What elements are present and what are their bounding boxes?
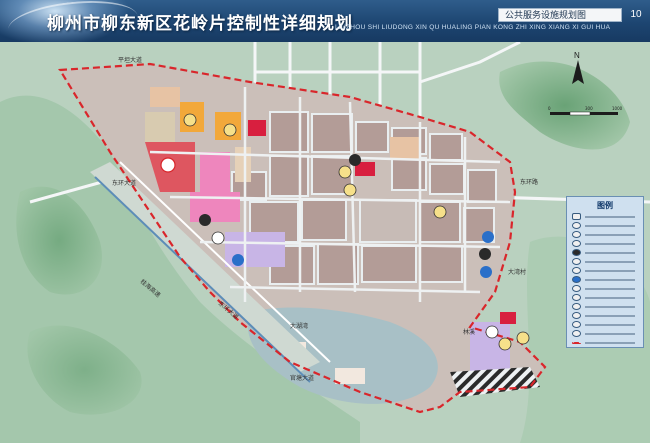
legend-text-line — [585, 297, 635, 299]
legend-symbol — [572, 231, 581, 238]
legend-text-line — [585, 252, 635, 254]
post-office-icon — [199, 214, 211, 226]
legend-symbol — [572, 258, 581, 265]
education-block — [390, 137, 420, 159]
scale-tick: 1000 — [612, 106, 623, 111]
community-center-icon — [343, 183, 357, 197]
legend-text-line — [585, 225, 635, 227]
school-icon — [433, 205, 447, 219]
planning-map: 大湖湾 大湾村 东环路 平坦大道 东环大道 官塘大道 桂海高速 东环大道 林溪 … — [0, 40, 650, 443]
substation-icon — [479, 248, 491, 260]
legend-symbol — [572, 303, 581, 310]
title-bar: 柳州市柳东新区花岭片控制性详细规划 LIUZHOU SHI LIUDONG XI… — [0, 0, 650, 51]
legend-symbol-boundary — [572, 342, 581, 344]
legend-text-line — [585, 342, 635, 344]
market-icon — [338, 165, 352, 179]
legend-symbol — [572, 213, 581, 220]
legend-text-line — [585, 243, 635, 245]
police-station-icon — [349, 154, 361, 166]
legend-symbol — [572, 321, 581, 328]
medical-parcel — [500, 312, 516, 324]
road-label: 东环大道 — [112, 179, 136, 187]
commercial-parcel — [200, 152, 230, 192]
legend-title: 图例 — [597, 201, 613, 210]
map-legend: 图例 — [566, 196, 644, 348]
legend-text-line — [585, 216, 635, 218]
lake-island — [335, 368, 365, 384]
legend-text-line — [585, 279, 635, 281]
parcel — [235, 147, 251, 182]
road-label: 官塘大道 — [290, 374, 314, 382]
library-icon — [232, 254, 244, 266]
legend-symbol — [572, 285, 581, 292]
road-label: 东环路 — [520, 178, 538, 186]
school-icon — [498, 337, 512, 351]
legend-symbol — [572, 330, 581, 337]
hospital-icon — [160, 157, 176, 173]
parcel — [150, 87, 180, 107]
lake-label: 大湖湾 — [290, 322, 308, 330]
legend-text-line — [585, 324, 635, 326]
school-icon — [223, 123, 237, 137]
map-title-pinyin: LIUZHOU SHI LIUDONG XIN QU HUALING PIAN … — [335, 24, 611, 31]
legend-symbol — [572, 312, 581, 319]
village-label: 大湾村 — [508, 268, 526, 276]
fire-station-icon — [482, 231, 494, 243]
kindergarten-icon — [183, 113, 197, 127]
north-label: N — [574, 51, 580, 60]
clinic-icon — [211, 231, 225, 245]
legend-symbol — [572, 222, 581, 229]
legend-symbol — [572, 276, 581, 283]
legend-symbol — [572, 267, 581, 274]
legend-text-line — [585, 234, 635, 236]
legend-text-line — [585, 288, 635, 290]
legend-text-line — [585, 306, 635, 308]
sheet-name-box: 公共服务设施规划图 — [498, 8, 622, 22]
map-title: 柳州市柳东新区花岭片控制性详细规划 — [47, 14, 353, 34]
library-icon — [480, 266, 492, 278]
map-page: 柳州市柳东新区花岭片控制性详细规划 LIUZHOU SHI LIUDONG XI… — [0, 0, 650, 443]
legend-text-line — [585, 270, 635, 272]
sports-field — [359, 199, 417, 243]
legend-text-line — [585, 315, 635, 317]
road-label: 平坦大道 — [118, 56, 142, 64]
legend-symbol — [572, 294, 581, 301]
clinic-icon — [485, 325, 499, 339]
kindergarten-icon — [516, 331, 530, 345]
sheet-number: 10 — [630, 9, 642, 20]
legend-text-line — [585, 261, 635, 263]
legend-symbol — [572, 240, 581, 247]
map-area: 大湖湾 大湾村 东环路 平坦大道 东环大道 官塘大道 桂海高速 东环大道 林溪 … — [0, 40, 650, 443]
medical-parcel — [248, 120, 266, 136]
legend-symbol — [572, 249, 581, 256]
scale-tick: 300 — [585, 106, 593, 111]
place-label: 林溪 — [463, 328, 475, 336]
parcel — [145, 112, 175, 142]
legend-text-line — [585, 333, 635, 335]
